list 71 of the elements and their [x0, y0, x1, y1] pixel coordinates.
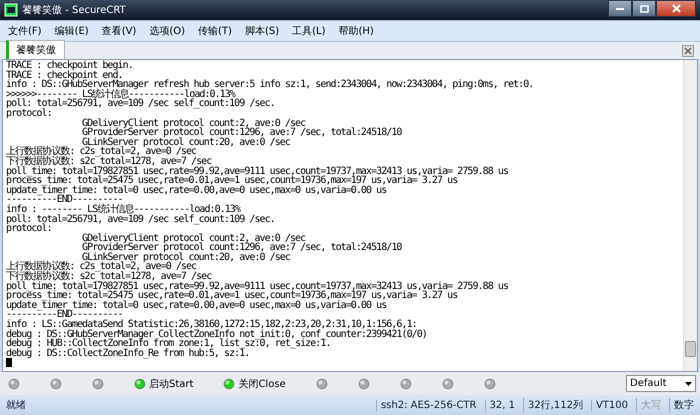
terminal-line: ----------END----------: [6, 195, 123, 205]
status-field: 32行,112列: [522, 398, 583, 412]
terminal-line: GProviderServer protocol count:1296, ave:7 /sec, total:24518/10: [81, 243, 403, 253]
terminal-line: TRACE : checkpoint end.: [6, 70, 123, 80]
button-bar-button[interactable]: [358, 378, 370, 390]
app-icon: [4, 3, 18, 17]
terminal-line: process_time: total=25475 usec,rate=0.01,ave=1 usec,count=19736,max=197 us,varia= 3.27 us: [6, 291, 458, 301]
terminal-line: GLinkServer protocol count:20, ave:0 /sec: [82, 138, 291, 148]
terminal-line: poll: total=256791, ave=109 /sec self_count:109 /sec.: [6, 214, 276, 224]
terminal-line: poll_time: total=179827851 usec,rate=99.92,ave=9111 usec,count=19737,max=32413 us,varia= 2759.88 us: [6, 282, 509, 292]
terminal-line: protocol:: [6, 108, 53, 119]
terminal-line: ----------END----------: [6, 310, 124, 320]
terminal-line: GLinkServer protocol count:20, ave:0 /sec: [82, 252, 291, 262]
menu-item[interactable]: 查看(V): [102, 24, 136, 38]
menu-item[interactable]: 传输(T): [198, 24, 232, 38]
terminal-line: debug : DS::GHubServerManager CollectZoneInfo not_init:0, conf_counter:2399421(0/0): [6, 330, 428, 340]
button-bar-button[interactable]: 启动Start: [134, 376, 194, 390]
menu-item[interactable]: 帮助(H): [338, 24, 374, 38]
terminal-line: 下行数据协议数: s2c_total=1278, ave=7 /sec: [6, 272, 212, 282]
status-light-icon: [223, 378, 236, 390]
terminal-line: 下行数据协议数: s2c_total=1278, ave=7 /sec: [6, 156, 212, 167]
status-field: VT100: [590, 400, 628, 410]
menu-item[interactable]: 文件(F): [8, 24, 42, 38]
status-light-icon: [134, 378, 146, 390]
terminal-line: info : LS::GamedataSend Statistic:26,38160,1272:15,182,2:23,20,2:31,10,1:156,6,1:: [6, 320, 417, 330]
terminal-line: protocol:: [6, 224, 52, 234]
terminal-line: debug : HUB::CollectZoneInfo from zone:1, list_sz:0, ret_size:1.: [6, 339, 331, 349]
terminal-line: GDeliveryClient protocol count:2, ave:0 /sec: [81, 234, 306, 244]
cursor: [6, 358, 12, 368]
terminal-line: GProviderServer protocol count:1296, ave:7 /sec, total:24518/10: [81, 128, 403, 138]
button-bar-button[interactable]: [50, 378, 62, 390]
terminal-line: poll: total=256791, ave=109 /sec self_count:109 /sec.: [6, 99, 276, 109]
terminal-line: update_timer_time: total=0 usec,rate=0.00,ave=0 usec,max=0 us,varia=0.00 us: [6, 186, 388, 196]
status-field: ssh2: AES-256-CTR: [376, 400, 476, 410]
status-message: 就绪: [6, 398, 26, 412]
minimize-icon: [616, 6, 624, 10]
terminal-line: TRACE : checkpoint begin.: [6, 61, 134, 71]
status-field: 大写: [636, 398, 661, 412]
terminal-line: debug : DS::CollectZoneInfo_Re from hub:5, sz:1.: [6, 348, 250, 358]
status-field: 数字: [669, 398, 694, 412]
menu-item[interactable]: 工具(L): [292, 24, 326, 38]
button-bar-button[interactable]: [316, 378, 328, 390]
status-field: 32, 1: [484, 400, 515, 410]
maximize-icon: [640, 4, 648, 12]
terminal-line: >>>>>>-------- LS统计信息-----------load:0.13%: [6, 90, 236, 100]
session-dropdown[interactable]: Default: [626, 375, 696, 392]
close-icon: [672, 4, 680, 13]
close-tab-icon[interactable]: [682, 44, 694, 56]
menu-item[interactable]: 脚本(S): [244, 24, 280, 38]
menu-item[interactable]: 选项(O): [149, 24, 186, 38]
terminal-line: poll_time: total=179827851 usec,rate=99.92,ave=9111 usec,count=19737,max=32413 us,varia= 2759.88 us: [6, 166, 509, 176]
scrollbar[interactable]: [683, 60, 697, 371]
button-bar-button[interactable]: 关闭Close: [223, 376, 286, 390]
maximize-button[interactable]: [632, 0, 656, 17]
terminal-line: 上行数据协议数: c2s_total=2, ave=0 /sec: [6, 147, 196, 157]
window-title: 饕餮笑傲 - SecureCRT: [22, 4, 126, 17]
menu-item[interactable]: 编辑(E): [54, 24, 89, 38]
close-button[interactable]: [656, 0, 696, 17]
caret-icon: [685, 382, 692, 386]
minimize-button[interactable]: [608, 0, 632, 17]
terminal-line: update_timer_time: total=0 usec,rate=0.00,ave=0 usec,max=0 us,varia=0.00 us: [6, 300, 388, 310]
button-bar-button[interactable]: [92, 378, 104, 390]
terminal-line: info : -------- LS统计信息-----------load:0.13%: [6, 204, 240, 214]
button-bar-button[interactable]: [442, 378, 454, 390]
terminal-line: GDeliveryClient protocol count:2, ave:0 /sec: [81, 118, 306, 128]
terminal-line: info : DS::GHubServerManager refresh hub server:5 info sz:1, send:2343004, now:2343004, ping:0ms, ret:0.: [6, 80, 534, 90]
session-tab[interactable]: 饕餮笑傲: [6, 40, 65, 59]
terminal-line: process_time: total=25475 usec,rate=0.01,ave=1 usec,count=19736,max=197 us,varia= 3.27 us: [6, 176, 458, 186]
button-bar-button[interactable]: [8, 378, 20, 390]
button-bar-button[interactable]: [400, 378, 412, 390]
button-bar-button[interactable]: [484, 378, 496, 390]
